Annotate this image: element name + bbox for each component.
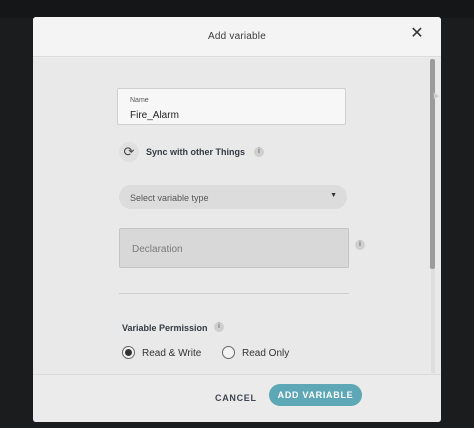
info-icon[interactable]: i <box>355 240 365 250</box>
info-icon[interactable]: i <box>254 147 264 157</box>
name-field[interactable]: Name Fire_Alarm <box>117 88 346 125</box>
sync-label[interactable]: Sync with other Things <box>146 147 245 157</box>
name-field-label: Name <box>130 97 149 104</box>
screen-bezel <box>0 0 474 18</box>
declaration-placeholder: Declaration <box>132 244 183 255</box>
divider <box>119 293 349 294</box>
dialog-title: Add variable <box>208 31 266 42</box>
radio-label[interactable]: Read & Write <box>142 348 201 359</box>
sync-toggle[interactable]: ⟳ Sync with other Things i <box>119 142 279 162</box>
info-icon[interactable]: i <box>214 322 224 332</box>
variable-type-select[interactable]: Select variable type ▼ <box>119 185 347 209</box>
variable-type-placeholder: Select variable type <box>130 193 209 203</box>
sync-icon[interactable]: ⟳ <box>119 142 139 162</box>
add-variable-dialog: Add variable ✕ Name Fire_Alarm ⟳ Sync wi… <box>33 17 441 422</box>
radio-unchecked-icon[interactable] <box>222 346 235 359</box>
variable-permission-title: Variable Permission <box>122 323 208 333</box>
chevron-down-icon: ▼ <box>330 192 337 199</box>
declaration-field[interactable]: Declaration <box>119 228 349 268</box>
name-field-value[interactable]: Fire_Alarm <box>130 110 179 121</box>
dialog-header: Add variable ✕ <box>33 17 441 57</box>
radio-label[interactable]: Read Only <box>242 348 289 359</box>
radio-checked-icon[interactable] <box>122 346 135 359</box>
cancel-button[interactable]: CANCEL <box>215 393 257 403</box>
dialog-footer: CANCEL ADD VARIABLE <box>33 374 441 422</box>
close-icon[interactable]: ✕ <box>409 26 425 42</box>
add-variable-button[interactable]: ADD VARIABLE <box>269 384 362 406</box>
